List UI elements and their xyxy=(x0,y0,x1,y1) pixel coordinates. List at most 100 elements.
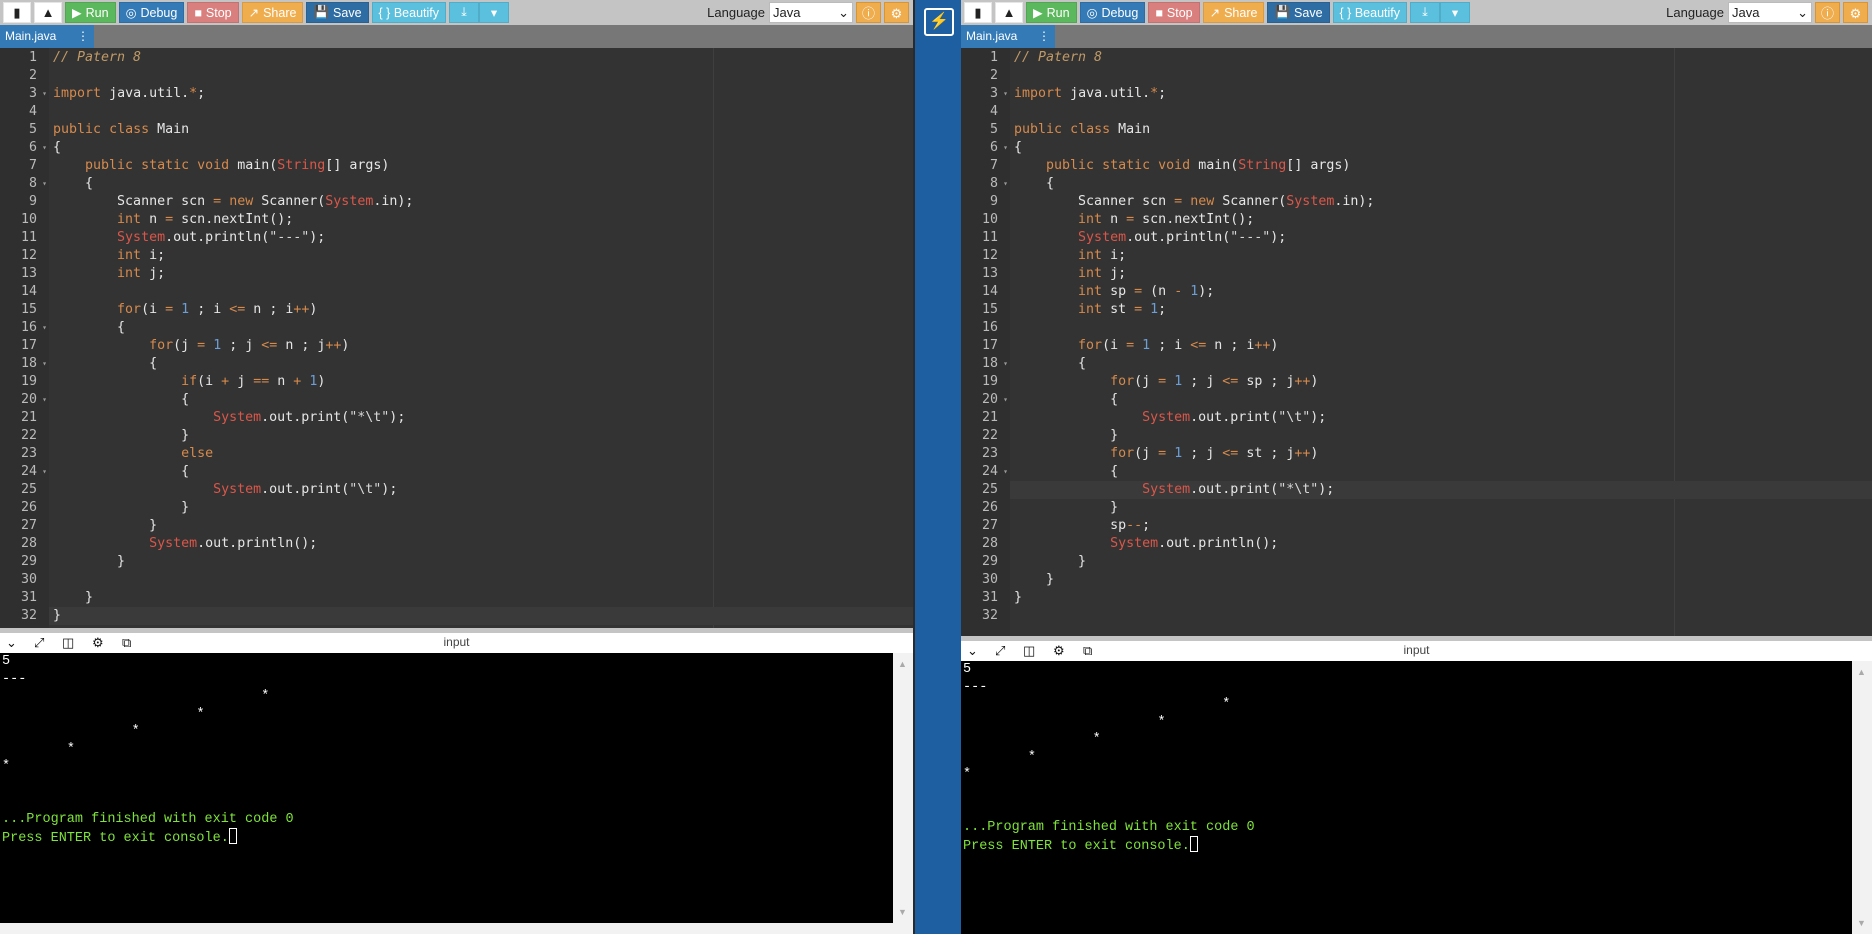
fold-arrow-icon[interactable]: ▾ xyxy=(1003,139,1008,157)
fold-arrow-icon[interactable]: ▾ xyxy=(42,85,47,103)
fold-arrow-icon[interactable]: ▾ xyxy=(42,391,47,409)
download-dropdown-button[interactable]: ▾ xyxy=(1440,2,1470,23)
code-token: j xyxy=(181,338,190,353)
upload-button[interactable]: ▲ xyxy=(995,2,1023,23)
console-line: * xyxy=(2,689,270,704)
code-line: System.out.print("*\t"); xyxy=(53,409,405,427)
code-token: String xyxy=(277,158,326,173)
code-token: ; xyxy=(197,302,206,317)
debug-button[interactable]: ◎ Debug xyxy=(118,2,185,23)
save-button[interactable]: 💾 Save xyxy=(306,2,369,23)
lightning-button[interactable]: ⚡ xyxy=(924,8,954,36)
scroll-up-icon[interactable]: ▲ xyxy=(1857,667,1866,677)
run-button[interactable]: ▶ Run xyxy=(65,2,116,23)
console-line: * xyxy=(2,759,11,774)
fold-arrow-icon[interactable]: ▾ xyxy=(1003,391,1008,409)
info-button[interactable]: ⓘ xyxy=(856,2,881,23)
language-select[interactable]: Java ⌄ xyxy=(769,2,853,23)
scroll-up-icon[interactable]: ▲ xyxy=(898,659,907,669)
code-token: i xyxy=(149,302,158,317)
new-file-button[interactable]: ▮ xyxy=(3,2,31,23)
code-token: ; xyxy=(1326,482,1335,497)
info-icon: ⓘ xyxy=(1820,6,1834,21)
code-editor[interactable]: 1 2 3 ▾ 4 5 6 ▾ 7 8 ▾ 9 10 11 12 13 14 15 16 ▾ 17 18 ▾ 19 20 ▾ 21 2… xyxy=(0,48,913,628)
console-scrollbar[interactable]: ▲ ▼ xyxy=(1852,661,1872,934)
beautify-button[interactable]: { } Beautify xyxy=(371,2,446,23)
code-token: . xyxy=(1222,482,1231,497)
code-token: ) xyxy=(1270,338,1279,353)
stop-button[interactable]: ■ Stop xyxy=(187,2,239,23)
download-button[interactable]: ⤓ xyxy=(1410,2,1440,23)
more-options-icon[interactable]: ⋮ xyxy=(1038,29,1050,44)
code-token: j xyxy=(1142,446,1151,461)
fold-arrow-icon[interactable]: ▾ xyxy=(42,463,47,481)
debug-button[interactable]: ◎ Debug xyxy=(1079,2,1146,23)
code-token: . xyxy=(1158,536,1167,551)
console-output[interactable]: 5 --- * * * * * ...Program finished with e… xyxy=(961,661,1852,934)
scroll-down-icon[interactable]: ▼ xyxy=(898,907,907,917)
console-cursor xyxy=(228,828,237,844)
fold-arrow-icon[interactable]: ▾ xyxy=(1003,463,1008,481)
upload-button[interactable]: ▲ xyxy=(34,2,62,23)
line-number: 1 xyxy=(989,50,998,65)
share-button[interactable]: ↗ Share xyxy=(241,2,304,23)
code-token: . xyxy=(1158,230,1167,245)
line-number: 4 xyxy=(989,104,998,119)
info-button[interactable]: ⓘ xyxy=(1815,2,1840,23)
code-token: for xyxy=(1078,338,1103,353)
console-line: * xyxy=(963,749,1036,765)
code-token: ; xyxy=(397,410,406,425)
stop-button[interactable]: ■ Stop xyxy=(1148,2,1200,23)
fold-arrow-icon[interactable]: ▾ xyxy=(42,175,47,193)
fold-arrow-icon[interactable]: ▾ xyxy=(42,355,47,373)
code-token: ; xyxy=(1118,248,1127,263)
code-token: int xyxy=(117,248,142,263)
code-token: 1 xyxy=(1150,302,1159,317)
code-editor[interactable]: 1 2 3 ▾ 4 5 6 ▾ 7 8 ▾ 9 10 11 12 13 14 15 16 17 18 ▾ 19 20 ▾ 21 22… xyxy=(961,48,1872,636)
settings-button[interactable]: ⚙ xyxy=(1843,2,1868,23)
fold-arrow-icon[interactable]: ▾ xyxy=(1003,85,1008,103)
download-button[interactable]: ⤓ xyxy=(449,2,479,23)
console-output[interactable]: 5 --- * * * * * ...Program finished with e… xyxy=(0,653,893,923)
save-button[interactable]: 💾 Save xyxy=(1267,2,1330,23)
share-button[interactable]: ↗ Share xyxy=(1202,2,1265,23)
download-dropdown-button[interactable]: ▾ xyxy=(479,2,509,23)
code-token: out xyxy=(1198,482,1223,497)
line-number: 5 xyxy=(989,122,998,137)
code-token: ( xyxy=(141,302,150,317)
tab-main-java[interactable]: Main.java ⋮ xyxy=(961,25,1055,48)
fold-arrow-icon[interactable]: ▾ xyxy=(1003,355,1008,373)
line-number: 14 xyxy=(981,284,998,299)
settings-button[interactable]: ⚙ xyxy=(884,2,909,23)
run-button[interactable]: ▶ Run xyxy=(1026,2,1077,23)
line-number: 23 xyxy=(981,446,998,461)
code-token: = xyxy=(197,338,206,353)
scroll-down-icon[interactable]: ▼ xyxy=(1857,918,1866,928)
fold-arrow-icon[interactable]: ▾ xyxy=(42,139,47,157)
line-number: 28 xyxy=(20,536,37,551)
fold-arrow-icon[interactable]: ▾ xyxy=(1003,175,1008,193)
code-line: int i; xyxy=(1014,247,1126,265)
code-token: for xyxy=(117,302,142,317)
tab-main-java[interactable]: Main.java ⋮ xyxy=(0,25,94,48)
beautify-button[interactable]: { } Beautify xyxy=(1332,2,1407,23)
console-scrollbar[interactable]: ▲ ▼ xyxy=(893,653,913,923)
stop-icon: ■ xyxy=(1155,5,1163,20)
new-file-button[interactable]: ▮ xyxy=(964,2,992,23)
file-tab-bar: Main.java ⋮ xyxy=(0,25,913,48)
lightning-icon: ⚡ xyxy=(929,13,949,30)
code-token: ; xyxy=(309,536,318,551)
fold-arrow-icon[interactable]: ▾ xyxy=(42,319,47,337)
active-line-highlight xyxy=(49,607,913,625)
code-token: = xyxy=(1158,446,1167,461)
download-icon: ⤓ xyxy=(461,5,467,19)
more-options-icon[interactable]: ⋮ xyxy=(77,29,89,44)
code-token: String xyxy=(1238,158,1287,173)
language-select[interactable]: Java ⌄ xyxy=(1728,2,1812,23)
code-token: out xyxy=(269,482,294,497)
